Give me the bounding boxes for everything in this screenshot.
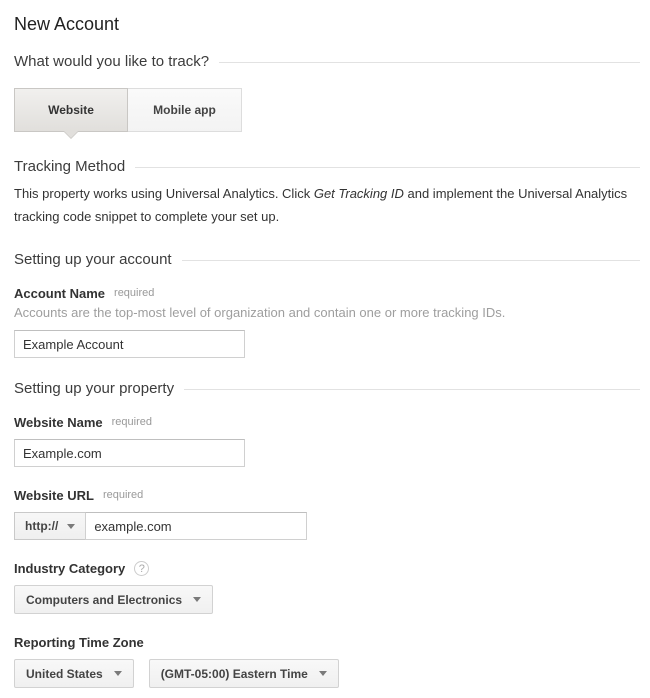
tab-mobile-app[interactable]: Mobile app	[128, 88, 242, 132]
new-account-page: New Account What would you like to track…	[0, 0, 650, 698]
website-name-required-badge: required	[112, 415, 152, 430]
description-pre: This property works using Universal Anal…	[14, 186, 314, 201]
page-title: New Account	[14, 14, 640, 34]
tracking-method-heading: Tracking Method	[14, 158, 640, 176]
time-zone-value: (GMT-05:00) Eastern Time	[161, 667, 308, 681]
heading-rule	[184, 389, 640, 390]
time-zone-dropdown[interactable]: (GMT-05:00) Eastern Time	[149, 659, 339, 688]
industry-category-dropdown[interactable]: Computers and Electronics	[14, 585, 213, 614]
tab-website[interactable]: Website	[14, 88, 128, 132]
industry-category-label-row: Industry Category ?	[14, 561, 640, 576]
tab-website-label: Website	[48, 103, 94, 117]
property-heading-text: Setting up your property	[14, 380, 174, 398]
url-protocol-value: http://	[25, 519, 58, 533]
website-url-input[interactable]	[85, 512, 307, 540]
account-heading-text: Setting up your account	[14, 251, 172, 269]
heading-rule	[219, 62, 640, 63]
heading-rule	[135, 167, 640, 168]
url-protocol-dropdown[interactable]: http://	[14, 512, 86, 540]
account-section-heading: Setting up your account	[14, 251, 640, 269]
track-type-tabs: Website Mobile app	[14, 88, 640, 132]
tracking-method-heading-text: Tracking Method	[14, 158, 125, 176]
account-name-label: Account Name	[14, 286, 105, 301]
industry-category-value: Computers and Electronics	[26, 593, 182, 607]
chevron-down-icon	[67, 524, 75, 529]
tab-mobile-app-label: Mobile app	[153, 103, 216, 117]
reporting-time-zone-row: United States (GMT-05:00) Eastern Time	[14, 650, 640, 688]
tracking-method-description: This property works using Universal Anal…	[14, 182, 640, 228]
website-name-label: Website Name	[14, 415, 103, 430]
selected-tab-caret	[63, 130, 79, 138]
account-name-label-row: Account Name required	[14, 286, 640, 301]
time-zone-country-dropdown[interactable]: United States	[14, 659, 134, 688]
website-url-label-row: Website URL required	[14, 488, 640, 503]
chevron-down-icon	[114, 671, 122, 676]
track-section-heading: What would you like to track?	[14, 53, 640, 71]
account-name-description: Accounts are the top-most level of organ…	[14, 305, 640, 321]
website-name-label-row: Website Name required	[14, 415, 640, 430]
industry-category-label: Industry Category	[14, 561, 125, 576]
chevron-down-icon	[319, 671, 327, 676]
reporting-time-zone-label-row: Reporting Time Zone	[14, 635, 640, 650]
website-url-required-badge: required	[103, 488, 143, 503]
chevron-down-icon	[193, 597, 201, 602]
track-heading-text: What would you like to track?	[14, 53, 209, 71]
website-url-row: http://	[14, 512, 640, 540]
property-section-heading: Setting up your property	[14, 380, 640, 398]
account-name-required-badge: required	[114, 286, 154, 301]
reporting-time-zone-label: Reporting Time Zone	[14, 635, 144, 650]
time-zone-country-value: United States	[26, 667, 103, 681]
website-url-label: Website URL	[14, 488, 94, 503]
heading-rule	[182, 260, 640, 261]
account-name-input[interactable]	[14, 330, 245, 358]
website-name-input[interactable]	[14, 439, 245, 467]
get-tracking-id-emphasis: Get Tracking ID	[314, 186, 404, 201]
help-icon[interactable]: ?	[134, 561, 149, 576]
